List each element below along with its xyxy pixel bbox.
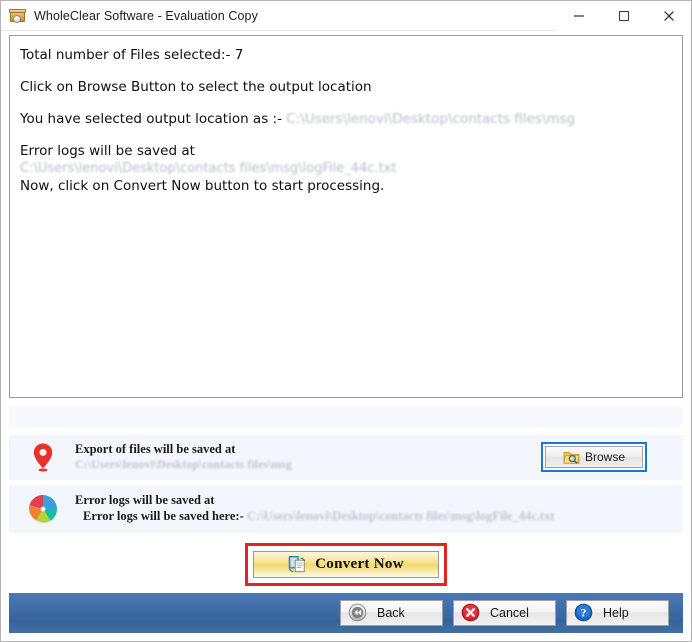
- cancel-x-icon: [461, 604, 480, 622]
- back-button[interactable]: Back: [340, 599, 443, 626]
- footer-bar: Back Cancel ? Help: [9, 592, 683, 633]
- copy-convert-icon: [288, 555, 306, 572]
- error-log-text: Error logs will be saved at Error logs w…: [63, 493, 675, 524]
- log-line-convert-hint: Now, click on Convert Now button to star…: [20, 178, 385, 194]
- close-icon: [663, 10, 674, 21]
- log-line-browse-hint: Click on Browse Button to select the out…: [20, 79, 372, 95]
- convert-now-button[interactable]: Convert Now: [253, 550, 439, 578]
- browse-button-highlight: Browse: [541, 442, 647, 473]
- export-location-row: Export of files will be saved at C:\User…: [9, 434, 683, 480]
- convert-button-highlight: Convert Now: [245, 542, 447, 586]
- question-mark-icon: ?: [574, 604, 593, 622]
- title-bar: WholeClear Software - Evaluation Copy: [1, 0, 691, 31]
- rewind-icon: [348, 604, 367, 622]
- pie-chart-icon: [23, 493, 63, 525]
- convert-button-zone: Convert Now: [1, 542, 691, 586]
- export-location-path: C:\Users\lenovi\Desktop\contacts files\m…: [75, 457, 292, 472]
- browse-button[interactable]: Browse: [545, 446, 643, 469]
- help-button[interactable]: ? Help: [566, 599, 669, 626]
- export-location-title: Export of files will be saved at: [75, 442, 236, 457]
- log-line-selected-location: You have selected output location as :- …: [20, 111, 672, 128]
- help-button-label: Help: [603, 605, 629, 620]
- maximize-button[interactable]: [601, 0, 646, 31]
- archive-box-icon: [9, 7, 27, 25]
- log-line-error-log-path: C:\Users\lenovi\Desktop\contacts files\m…: [20, 161, 397, 176]
- browse-button-label: Browse: [584, 450, 625, 465]
- error-log-row: Error logs will be saved at Error logs w…: [9, 484, 683, 533]
- svg-text:?: ?: [581, 608, 587, 620]
- convert-now-label: Convert Now: [315, 555, 404, 572]
- error-log-subtitle-prefix: Error logs will be saved here:-: [83, 509, 247, 524]
- error-log-subtitle: Error logs will be saved here:- C:\Users…: [75, 508, 675, 524]
- minimize-button[interactable]: [556, 0, 601, 31]
- log-line-error-logs-heading: Error logs will be saved at: [20, 143, 195, 159]
- log-line-file-count: Total number of Files selected:- 7: [20, 47, 244, 63]
- location-pin-icon: [23, 442, 63, 472]
- minimize-icon: [573, 14, 584, 17]
- log-output-panel[interactable]: Total number of Files selected:- 7 Click…: [9, 35, 683, 399]
- back-button-label: Back: [377, 605, 405, 620]
- cancel-button-label: Cancel: [490, 605, 529, 620]
- window-controls: [556, 0, 691, 31]
- error-log-subtitle-path: C:\Users\lenovi\Desktop\contacts files\m…: [246, 509, 555, 524]
- close-button[interactable]: [646, 0, 691, 31]
- folder-search-icon: [563, 451, 580, 464]
- middle-spacer-strip: [9, 407, 683, 427]
- cancel-button[interactable]: Cancel: [453, 599, 556, 626]
- window-title: WholeClear Software - Evaluation Copy: [34, 8, 258, 23]
- log-selected-location-path: C:\Users\lenovi\Desktop\contacts files\m…: [286, 111, 576, 127]
- export-location-text: Export of files will be saved at C:\User…: [63, 442, 541, 472]
- error-log-title: Error logs will be saved at: [75, 493, 215, 508]
- info-rows-group: Export of files will be saved at C:\User…: [9, 434, 683, 533]
- maximize-icon: [618, 10, 629, 21]
- application-window: WholeClear Software - Evaluation Copy To…: [0, 0, 692, 642]
- log-selected-location-prefix: You have selected output location as :-: [20, 111, 287, 127]
